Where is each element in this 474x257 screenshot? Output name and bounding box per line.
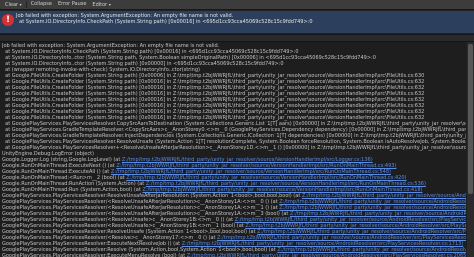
editor-dropdown[interactable]: Editor ▾ bbox=[89, 0, 113, 10]
stacktrace-detail-pane: Job failed with exception: System.Argume… bbox=[0, 42, 474, 257]
log-entry-line2: at System.IO.DirectoryInfo.CheckPath (Sy… bbox=[16, 19, 313, 25]
log-entry-text: Job failed with exception: System.Argume… bbox=[16, 13, 313, 25]
stacktrace-text: GooglePlayServices.PlayServicesResolver:… bbox=[2, 253, 187, 257]
pane-splitter[interactable] bbox=[0, 34, 474, 42]
collapse-toggle[interactable]: Collapse bbox=[28, 0, 55, 9]
vertical-scrollbar[interactable] bbox=[467, 42, 474, 257]
error-pause-toggle[interactable]: Error Pause bbox=[55, 0, 89, 9]
chevron-down-icon[interactable]: ▾ bbox=[109, 2, 111, 7]
stacktrace-line: GooglePlayServices.PlayServicesResolver:… bbox=[2, 253, 466, 257]
clear-button[interactable]: Clear ▾ bbox=[2, 0, 25, 10]
console-toolbar: Clear ▾ Collapse Error Pause Editor ▾ bbox=[0, 0, 474, 10]
log-entry-selected[interactable]: ! Job failed with exception: System.Argu… bbox=[0, 11, 474, 33]
stacktrace-lines: Job failed with exception: System.Argume… bbox=[2, 43, 466, 257]
console-log-list[interactable]: ! Job failed with exception: System.Argu… bbox=[0, 10, 474, 34]
error-icon: ! bbox=[2, 14, 14, 26]
chevron-down-icon[interactable]: ▾ bbox=[20, 2, 22, 7]
source-file-link[interactable]: Z:/tmp/tmp.t2bjWWRJfL/third_party/unity_… bbox=[187, 253, 466, 257]
toolbar-divider bbox=[25, 1, 27, 8]
scrollbar-thumb[interactable] bbox=[468, 44, 473, 194]
